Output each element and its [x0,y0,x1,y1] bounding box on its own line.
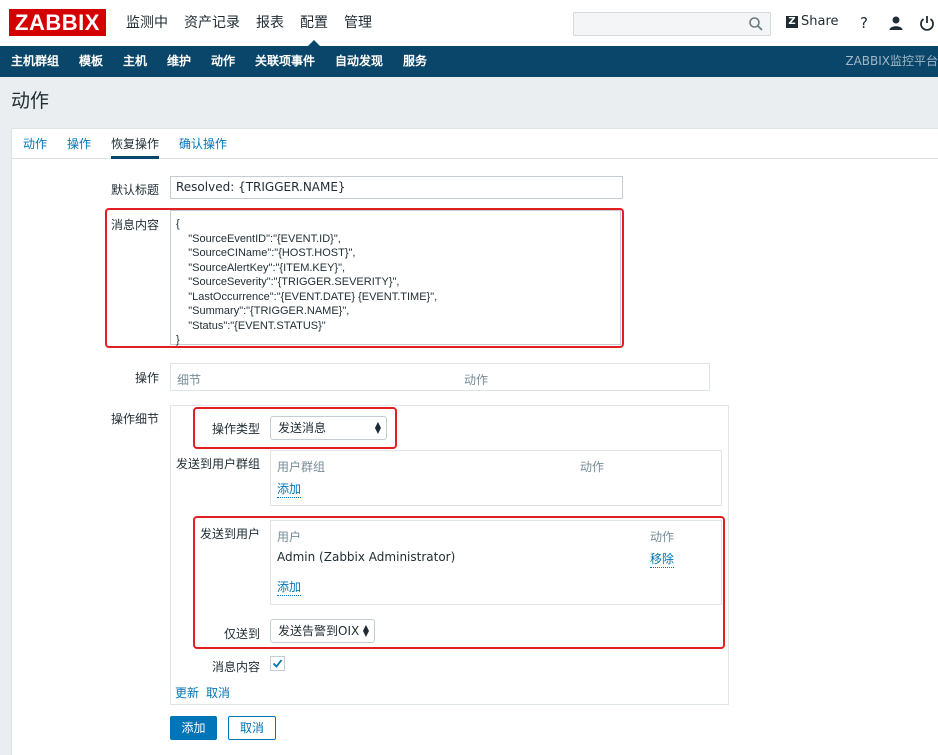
subnav-services[interactable]: 服务 [403,46,427,77]
operation-type-value: 发送消息 [278,421,327,435]
help-icon[interactable]: ? [855,14,873,32]
main-menu: 监测中 资产记录 报表 配置 管理 [118,0,380,46]
subnav-hosts[interactable]: 主机 [123,46,147,77]
menu-inventory[interactable]: 资产记录 [176,0,248,46]
tab-operations[interactable]: 操作 [67,129,91,160]
send-only-to-label: 仅送到 [223,627,260,641]
operations-label: 操作 [134,371,159,385]
add-button[interactable]: 添加 [170,716,217,740]
users-col-action: 动作 [650,530,675,544]
share-label: Share [801,14,839,29]
cancel-operation-link[interactable]: 取消 [206,684,230,701]
operation-details-label: 操作细节 [110,412,159,426]
groups-add-link[interactable]: 添加 [277,480,302,498]
select-arrows-icon: ▲ ▼ [374,420,381,435]
send-to-groups-label: 发送到用户群组 [175,457,260,471]
menu-monitoring[interactable]: 监测中 [118,0,176,46]
user-profile-icon[interactable] [887,14,905,32]
subnav-host-groups[interactable]: 主机群组 [11,46,59,77]
users-row-name: Admin (Zabbix Administrator) [277,550,456,564]
message-textarea[interactable]: { "SourceEventID":"{EVENT.ID}", "SourceC… [170,210,621,346]
menu-configuration[interactable]: 配置 [292,0,336,46]
operation-type-label: 操作类型 [211,422,260,436]
tab-bar: 动作 操作 恢复操作 确认操作 [12,129,938,159]
update-operation-link[interactable]: 更新 [175,684,199,701]
default-subject-input[interactable]: Resolved: {TRIGGER.NAME} [170,176,623,199]
search-input[interactable] [573,12,771,36]
share-icon: Z [786,15,798,28]
operation-type-select[interactable]: 发送消息 ▲ ▼ [270,416,387,440]
send-only-to-select[interactable]: 发送告警到OIX ▲ ▼ [270,619,375,643]
users-remove-link[interactable]: 移除 [650,550,675,568]
tab-recovery-operations[interactable]: 恢复操作 [111,129,160,159]
groups-col-action: 动作 [580,460,605,474]
users-col-user: 用户 [277,530,302,544]
subnav-actions[interactable]: 动作 [211,46,235,77]
search-icon[interactable] [748,16,764,32]
message-label: 消息内容 [110,218,159,232]
menu-administration[interactable]: 管理 [336,0,380,46]
zabbix-logo[interactable]: ZABBIX [9,9,106,36]
page-title: 动作 [11,90,50,112]
operations-table: 细节 动作 [170,363,710,391]
subnav-templates[interactable]: 模板 [79,46,103,77]
tab-action[interactable]: 动作 [23,129,47,160]
tab-acknowledge-operations[interactable]: 确认操作 [179,129,227,160]
subnav-discovery[interactable]: 自动发现 [335,46,383,77]
default-subject-label: 默认标题 [110,183,159,197]
groups-col-group: 用户群组 [277,460,326,474]
action-form-card: 动作 操作 恢复操作 确认操作 默认标题 Resolved: {TRIGGER.… [11,128,938,755]
subnav-maintenance[interactable]: 维护 [167,46,191,77]
menu-reports[interactable]: 报表 [248,0,292,46]
users-table: 用户 动作 Admin (Zabbix Administrator) 移除 添加 [270,520,722,605]
message-content-checkbox[interactable] [270,656,285,671]
cancel-button[interactable]: 取消 [228,716,276,740]
top-bar: ZABBIX 监测中 资产记录 报表 配置 管理 Z Share ? [0,0,938,46]
operations-col-action: 动作 [464,373,489,387]
operations-col-details: 细节 [177,373,202,387]
message-content-label: 消息内容 [211,660,260,674]
checkmark-icon [272,659,283,668]
subnav-event-correlation[interactable]: 关联项事件 [255,46,315,77]
user-groups-table: 用户群组 动作 添加 [270,450,722,506]
sub-navigation: 主机群组 模板 主机 维护 动作 关联项事件 自动发现 服务 ZABBIX监控平… [0,46,938,77]
server-brand-name: ZABBIX监控平台 [845,54,938,68]
send-only-to-value: 发送告警到OIX [278,624,360,638]
send-to-users-label: 发送到用户 [199,527,260,541]
share-link[interactable]: Z Share [786,14,839,29]
sign-out-icon[interactable] [918,14,936,32]
select-arrows-icon: ▲ ▼ [362,623,369,638]
users-add-link[interactable]: 添加 [277,578,302,596]
